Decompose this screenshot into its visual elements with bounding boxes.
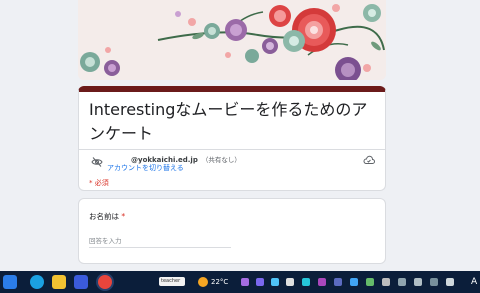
windows-taskbar: teacher 22°C A (0, 271, 480, 293)
tray-icon-5[interactable] (302, 278, 310, 286)
question-label-text: お名前は (89, 212, 119, 221)
tray-icon-10[interactable] (382, 278, 390, 286)
file-explorer-icon[interactable] (52, 275, 66, 289)
tray-icon-11[interactable] (398, 278, 406, 286)
tray-icon-1[interactable] (241, 278, 249, 286)
divider (79, 149, 385, 150)
language-indicator[interactable]: A (471, 275, 477, 289)
form-page: Interestingなムービーを作るためのアンケート @yokkaichi.e… (0, 0, 480, 271)
cloud-saved-icon[interactable] (363, 155, 375, 165)
chrome-icon[interactable] (98, 275, 112, 289)
eye-off-icon (91, 157, 103, 167)
temperature[interactable]: 22°C (211, 277, 228, 287)
tray-icon-14[interactable] (446, 278, 454, 286)
floral-illustration (78, 0, 386, 80)
question-label: お名前は * (89, 211, 125, 222)
tray-icon-4[interactable] (286, 278, 294, 286)
tray-icon-12[interactable] (414, 278, 422, 286)
tray-icon-6[interactable] (318, 278, 326, 286)
tray-icon-13[interactable] (430, 278, 438, 286)
edge-icon[interactable] (30, 275, 44, 289)
form-title: Interestingなムービーを作るためのアンケート (89, 100, 368, 143)
required-asterisk: * (119, 212, 126, 221)
tray-icon-2[interactable] (256, 278, 264, 286)
switch-account-link[interactable]: アカウントを切り替える (107, 163, 184, 173)
tray-icon-7[interactable] (334, 278, 342, 286)
tray-icon-8[interactable] (350, 278, 358, 286)
tray-icon-3[interactable] (271, 278, 279, 286)
app-icon[interactable] (74, 275, 88, 289)
tray-icon-9[interactable] (366, 278, 374, 286)
weather-icon[interactable] (198, 277, 208, 287)
share-note: （共有なし） (201, 156, 241, 164)
start-icon[interactable] (3, 275, 17, 289)
name-answer-input[interactable] (89, 235, 231, 248)
search-box[interactable]: teacher (159, 277, 185, 286)
form-title-card: Interestingなムービーを作るためのアンケート @yokkaichi.e… (78, 86, 386, 191)
header-banner-image (78, 0, 386, 80)
required-note: * 必須 (89, 179, 109, 187)
question-card-name: お名前は * (78, 198, 386, 264)
